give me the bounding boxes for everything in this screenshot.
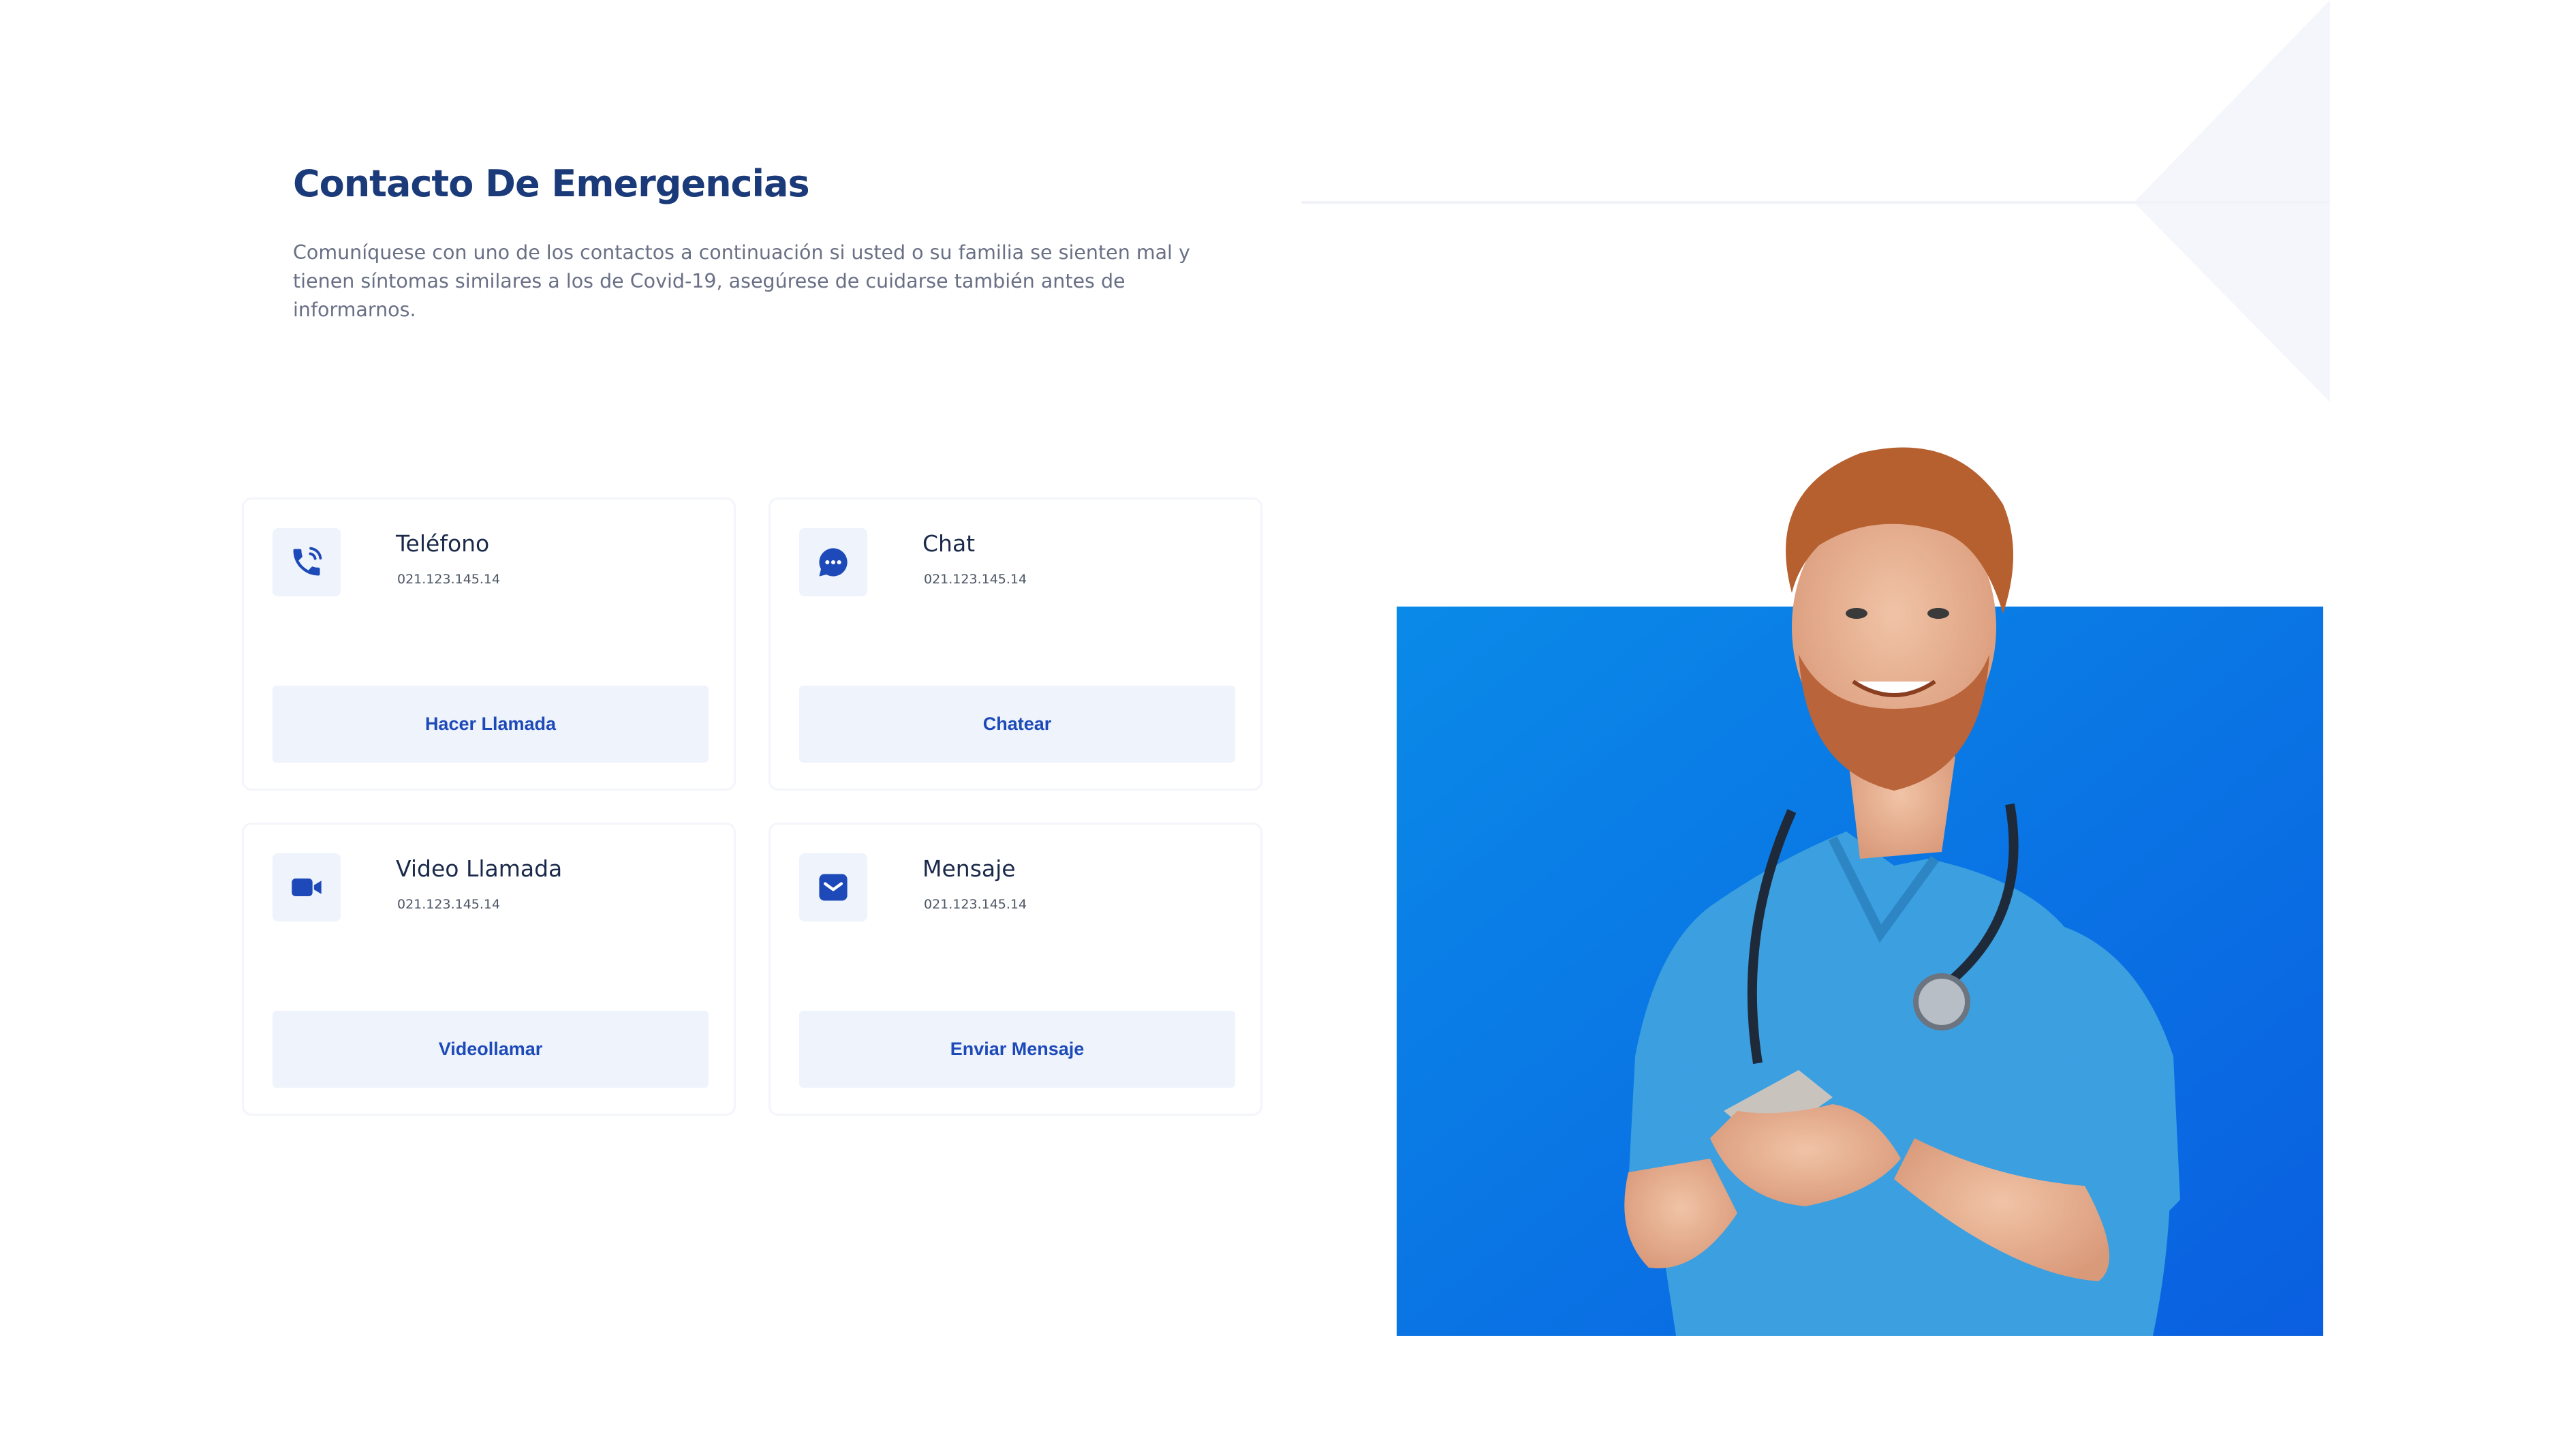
doctor-photo [1397, 447, 2323, 1336]
chat-icon-box [799, 528, 867, 596]
phone-icon-box [273, 528, 341, 596]
contact-card-video: Video Llamada 021.123.145.14 Videollamar [242, 823, 736, 1116]
card-title: Teléfono [396, 530, 490, 557]
card-title: Mensaje [922, 855, 1016, 882]
section-description: Comuníquese con uno de los contactos a c… [293, 241, 1190, 321]
card-phone-number: 021.123.145.14 [397, 572, 501, 587]
decorative-triangle [1301, 0, 2330, 402]
video-icon-box [273, 853, 341, 921]
card-phone-number: 021.123.145.14 [397, 897, 501, 912]
envelope-icon [819, 874, 848, 901]
video-call-button[interactable]: Videollamar [273, 1011, 709, 1088]
message-icon-box [799, 853, 867, 921]
chat-button[interactable]: Chatear [799, 686, 1235, 763]
contact-card-message: Mensaje 021.123.145.14 Enviar Mensaje [769, 823, 1262, 1116]
contact-card-phone: Teléfono 021.123.145.14 Hacer Llamada [242, 498, 736, 791]
card-phone-number: 021.123.145.14 [924, 572, 1027, 587]
card-title: Chat [922, 530, 976, 557]
phone-icon [293, 547, 322, 576]
section-title: Contacto De Emergencias [293, 162, 810, 205]
video-camera-icon [292, 879, 322, 896]
card-phone-number: 021.123.145.14 [924, 897, 1027, 912]
card-title: Video Llamada [396, 855, 563, 882]
contact-card-chat: Chat 021.123.145.14 Chatear [769, 498, 1262, 791]
chat-bubble-icon [819, 548, 848, 577]
call-button[interactable]: Hacer Llamada [273, 686, 709, 763]
send-message-button[interactable]: Enviar Mensaje [799, 1011, 1235, 1088]
